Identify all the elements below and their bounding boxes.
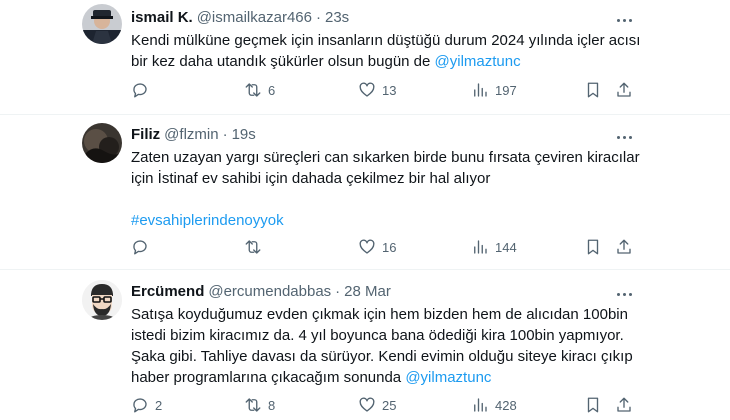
separator-dot: ·	[315, 9, 321, 26]
views-button[interactable]: 428	[471, 395, 517, 415]
tweet-text: Satışa koyduğumuz evden çıkmak için hem …	[131, 304, 660, 388]
retweet-count: 6	[268, 82, 276, 98]
more-dot-icon	[616, 135, 620, 139]
retweet-button[interactable]: 6	[244, 80, 275, 100]
more-dot-icon	[628, 292, 632, 296]
share-icon	[617, 239, 631, 254]
avatar[interactable]	[82, 280, 122, 320]
bookmark-icon	[587, 239, 599, 255]
reply-count: 2	[155, 397, 163, 413]
views-button[interactable]: 197	[471, 80, 517, 100]
view-count: 197	[495, 82, 517, 98]
more-dot-icon	[622, 18, 626, 22]
retweet-icon	[245, 83, 261, 97]
timestamp[interactable]: 28 Mar	[344, 282, 391, 302]
like-count: 16	[382, 239, 397, 255]
tweet[interactable]: Ercümend @ercumendabbas · 28 Mar Satışa …	[0, 270, 730, 420]
like-count: 13	[382, 82, 397, 98]
separator-dot: ·	[222, 126, 228, 143]
tweet-header: Ercümend @ercumendabbas · 28 Mar	[131, 282, 660, 302]
share-button[interactable]	[615, 237, 633, 257]
tweet[interactable]: Filiz @flzmin · 19s Zaten uzayan yargı s…	[0, 115, 730, 270]
views-button[interactable]: 144	[471, 237, 517, 257]
tweet-actions: 16 144	[131, 237, 636, 257]
avatar[interactable]	[82, 4, 122, 44]
display-name[interactable]: ismail K.	[131, 8, 193, 28]
tweet-text: Zaten uzayan yargı süreçleri can sıkarke…	[131, 147, 660, 231]
bookmark-button[interactable]	[584, 395, 602, 415]
mention-link[interactable]: @yilmaztunc	[405, 369, 491, 386]
avatar[interactable]	[82, 123, 122, 163]
like-button[interactable]: 16	[358, 237, 396, 257]
display-name[interactable]: Filiz	[131, 125, 160, 145]
views-chart-icon	[474, 398, 487, 412]
timestamp[interactable]: 19s	[232, 125, 256, 145]
tweet-text-content: Satışa koyduğumuz evden çıkmak için hem …	[131, 306, 633, 386]
reply-button[interactable]: 2	[131, 395, 162, 415]
retweet-button[interactable]	[244, 237, 268, 257]
avatar-image	[82, 280, 122, 320]
like-button[interactable]: 13	[358, 80, 396, 100]
tweet-text-content: Zaten uzayan yargı süreçleri can sıkarke…	[131, 149, 640, 187]
timestamp[interactable]: 23s	[325, 8, 349, 28]
bookmark-icon	[587, 82, 599, 98]
more-dot-icon	[622, 292, 626, 296]
separator-dot: ·	[335, 283, 341, 300]
tweet-text-content: Kendi mülküne geçmek için insanların düş…	[131, 32, 641, 70]
tweet-header: ismail K. @ismailkazar466 · 23s	[131, 8, 660, 28]
more-dot-icon	[628, 18, 632, 22]
retweet-icon	[245, 398, 261, 412]
share-button[interactable]	[615, 80, 633, 100]
display-name[interactable]: Ercümend	[131, 282, 204, 302]
views-chart-icon	[474, 83, 487, 97]
share-icon	[617, 397, 631, 412]
avatar-image	[82, 123, 122, 163]
tweet-actions: 2 8 25 428	[131, 395, 636, 415]
more-dot-icon	[622, 135, 626, 139]
retweet-count: 8	[268, 397, 276, 413]
views-chart-icon	[474, 240, 487, 254]
more-options-button[interactable]	[614, 12, 634, 28]
retweet-icon	[245, 240, 261, 254]
reply-icon	[133, 240, 147, 255]
hashtag-link[interactable]: #evsahiplerindenoyyok	[131, 212, 284, 229]
like-count: 25	[382, 397, 397, 413]
more-dot-icon	[628, 135, 632, 139]
retweet-button[interactable]: 8	[244, 395, 275, 415]
reply-icon	[133, 83, 147, 98]
share-button[interactable]	[615, 395, 633, 415]
user-handle[interactable]: @ismailkazar466	[197, 8, 312, 28]
user-handle[interactable]: @ercumendabbas	[208, 282, 331, 302]
heart-icon	[359, 397, 375, 412]
view-count: 144	[495, 239, 517, 255]
view-count: 428	[495, 397, 517, 413]
heart-icon	[359, 239, 375, 254]
heart-icon	[359, 82, 375, 97]
bookmark-button[interactable]	[584, 80, 602, 100]
share-icon	[617, 82, 631, 97]
bookmark-button[interactable]	[584, 237, 602, 257]
more-dot-icon	[616, 18, 620, 22]
mention-link[interactable]: @yilmaztunc	[435, 53, 521, 70]
more-dot-icon	[616, 292, 620, 296]
tweet-header: Filiz @flzmin · 19s	[131, 125, 660, 145]
more-options-button[interactable]	[614, 286, 634, 302]
user-handle[interactable]: @flzmin	[164, 125, 218, 145]
more-options-button[interactable]	[614, 129, 634, 145]
tweet-actions: 6 13 197	[131, 80, 636, 100]
reply-icon	[133, 398, 147, 413]
avatar-image	[82, 4, 122, 44]
reply-button[interactable]	[131, 237, 155, 257]
tweet[interactable]: ismail K. @ismailkazar466 · 23s Kendi mü…	[0, 0, 730, 115]
like-button[interactable]: 25	[358, 395, 396, 415]
bookmark-icon	[587, 397, 599, 413]
tweet-text: Kendi mülküne geçmek için insanların düş…	[131, 30, 660, 72]
reply-button[interactable]	[131, 80, 155, 100]
